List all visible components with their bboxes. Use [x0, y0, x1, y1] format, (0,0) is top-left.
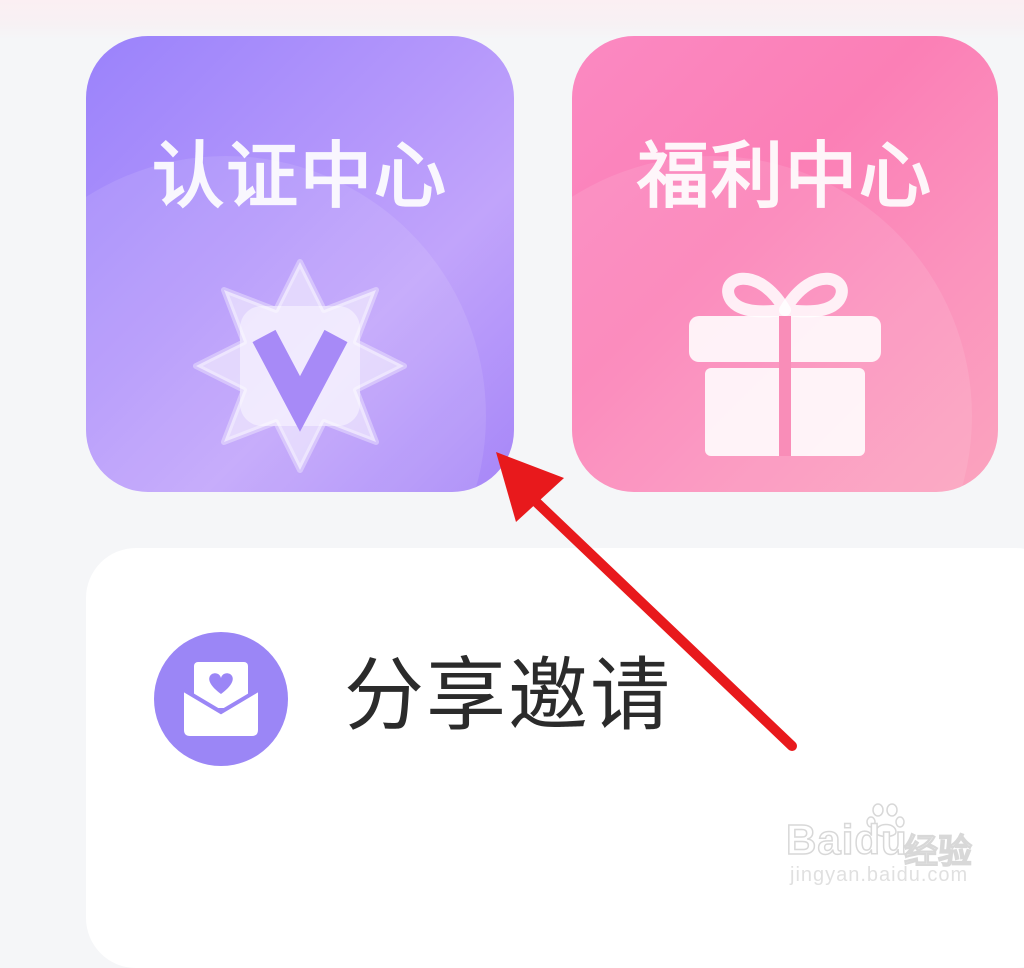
- top-header-strip: [0, 0, 1024, 40]
- watermark-url: jingyan.baidu.com: [790, 864, 969, 886]
- verified-badge-icon: [193, 259, 407, 473]
- watermark-brand: Baidu: [785, 815, 908, 864]
- baidu-watermark: Baidu 经验 jingyan.baidu.com: [785, 800, 976, 892]
- envelope-heart-icon: [154, 632, 288, 766]
- verification-center-title: 认证中心: [151, 134, 448, 218]
- welfare-center-title: 福利中心: [636, 134, 933, 218]
- verification-center-tile[interactable]: 认证中心: [86, 36, 514, 492]
- welfare-center-tile[interactable]: 福利中心: [572, 36, 998, 492]
- gift-icon: [689, 272, 881, 456]
- share-invite-label: 分享邀请: [344, 649, 672, 742]
